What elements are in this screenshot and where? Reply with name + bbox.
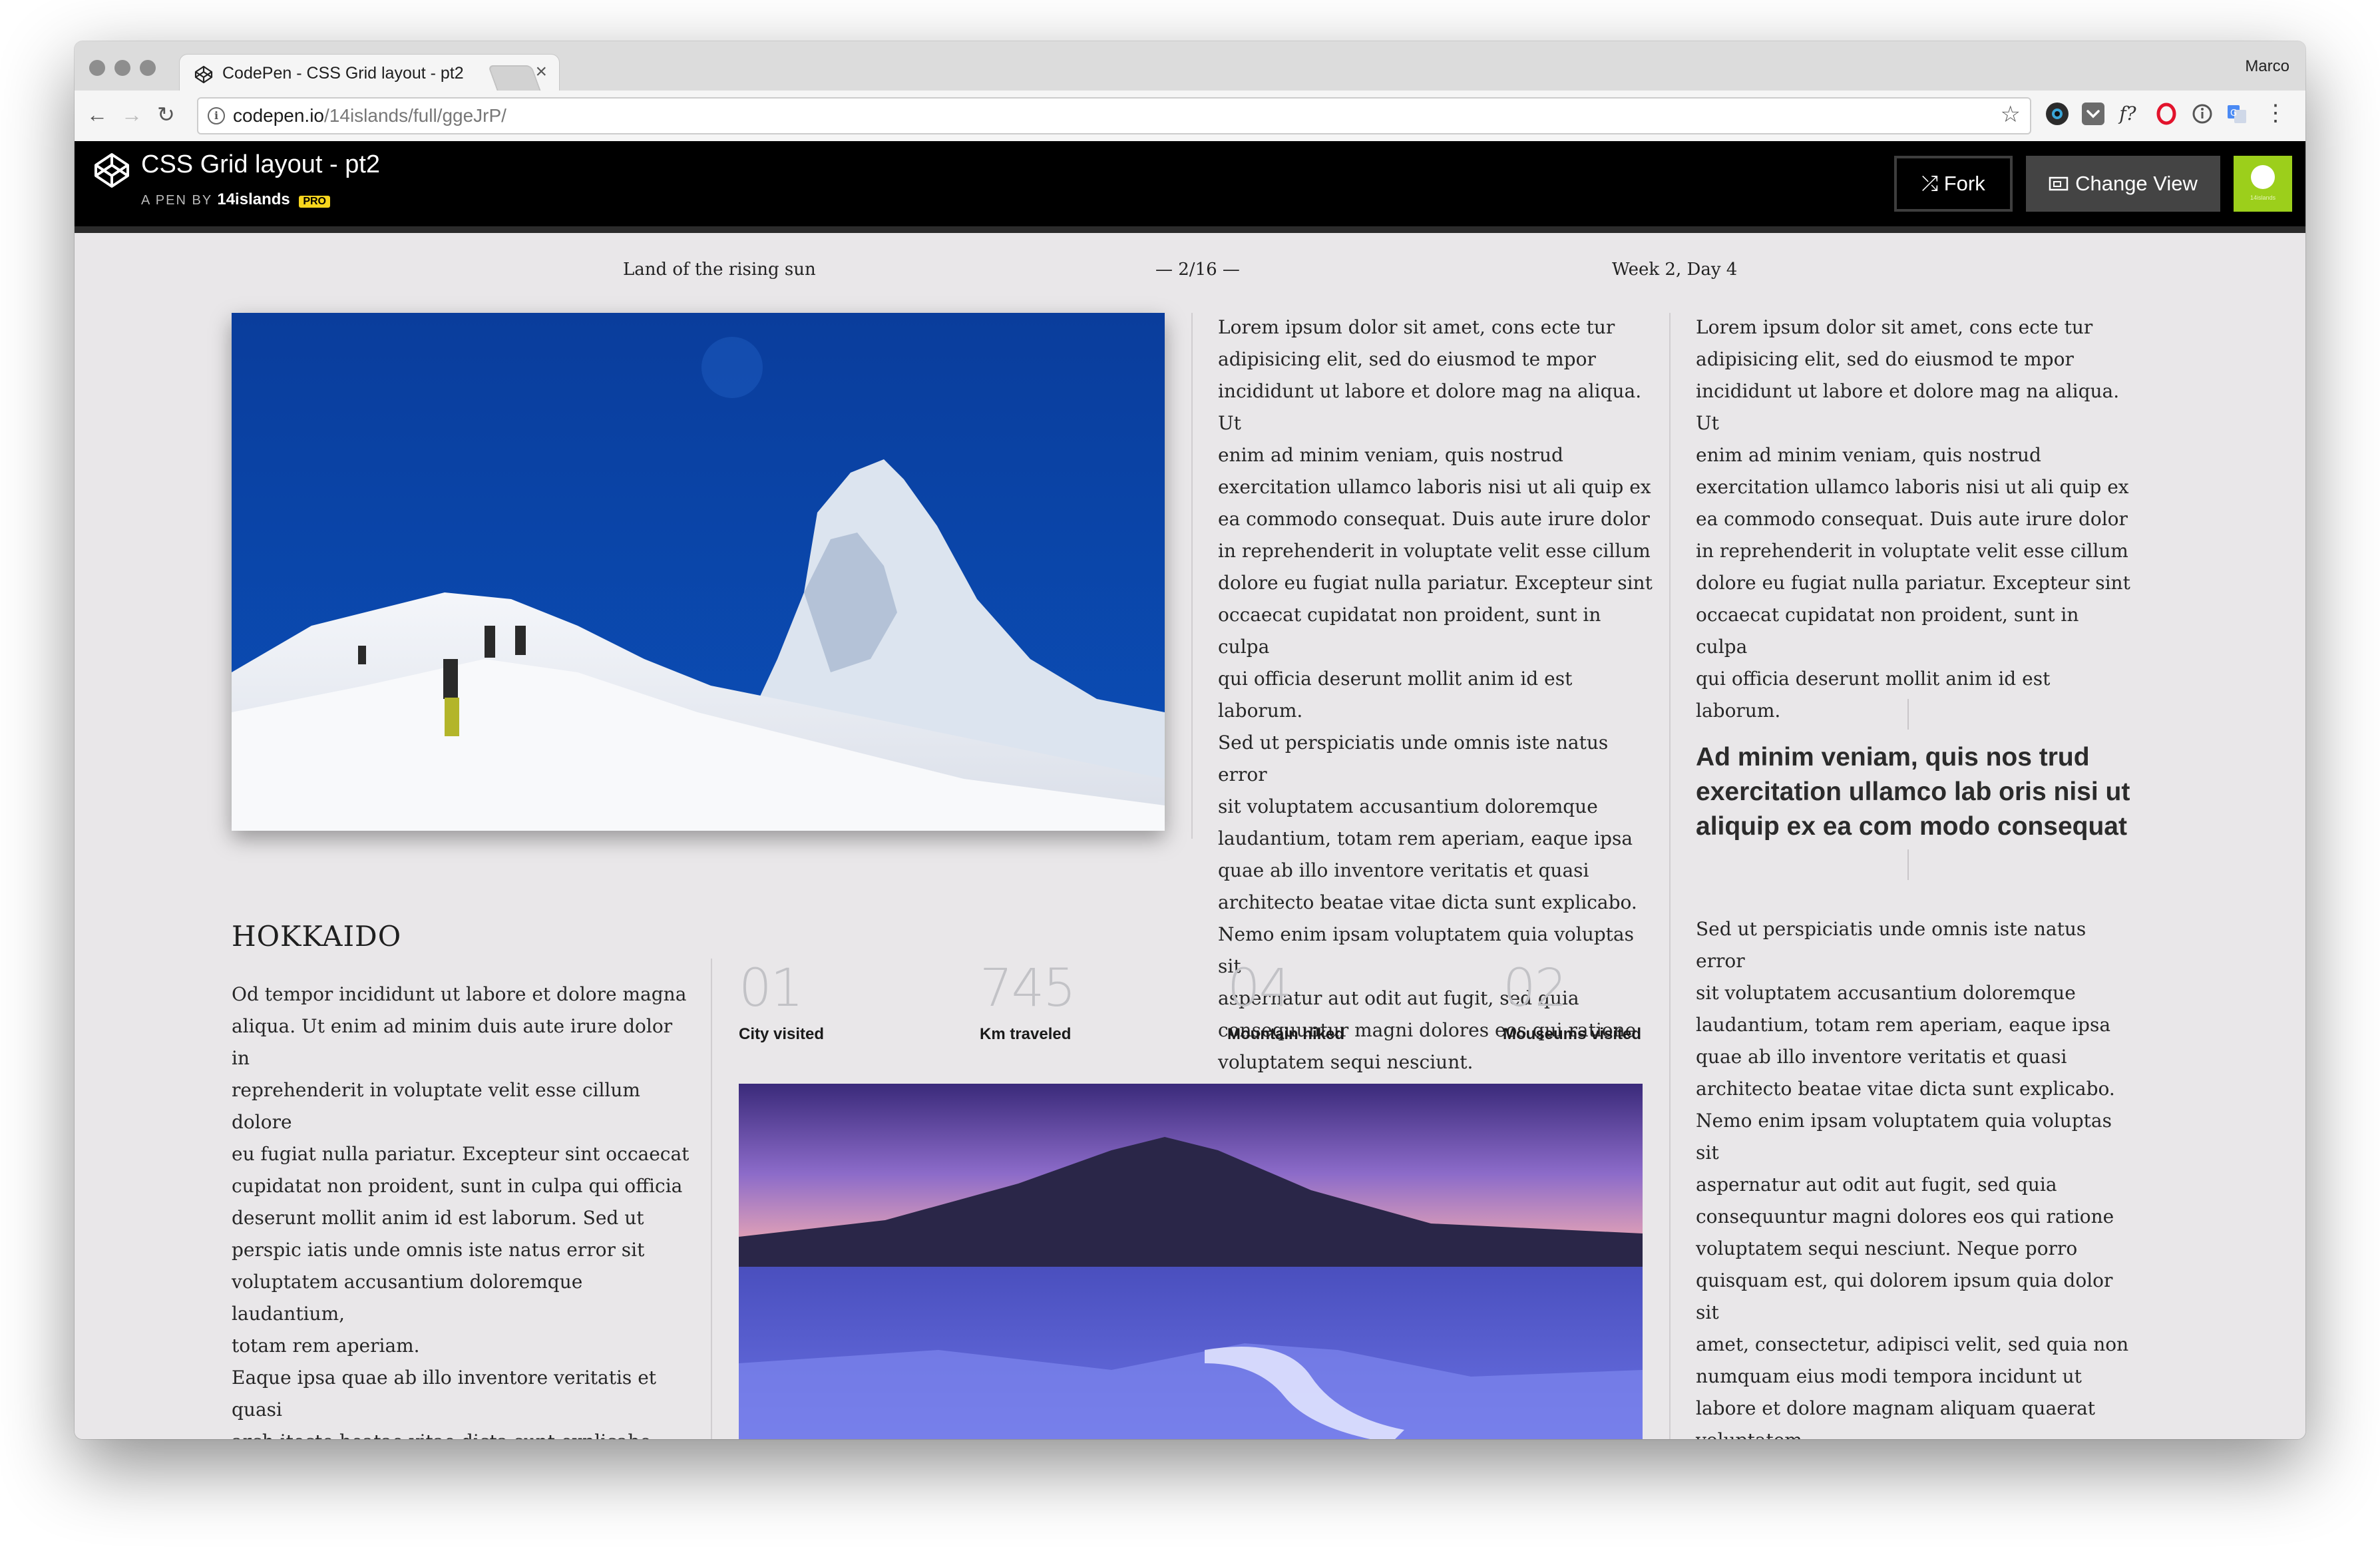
stat-value: 02 [1503,959,1567,1018]
section-text: Od tempor incididunt ut labore et dolore… [232,983,690,1439]
column-divider [711,959,712,1439]
article-text-right: Lorem ipsum dolor sit amet, cons ecte tu… [1696,316,2130,722]
fork-label: Fork [1943,172,1985,195]
translate-icon[interactable]: G [2226,103,2248,125]
column-divider [1669,313,1671,1439]
column-divider [1191,313,1193,839]
stat-label: Mouseums visited [1503,1025,1642,1043]
stat-item: 745 Km traveled [980,959,1076,1044]
codepen-favicon-icon [194,65,213,87]
browser-toolbar: ← → ↻ i codepen.io/14islands/full/ggeJrP… [75,91,2305,142]
stat-label: Km traveled [980,1025,1072,1043]
stat-item: 04 Mountain hiked [1227,959,1344,1044]
avatar-text: 14islands [2250,194,2276,201]
close-window-button[interactable] [89,60,105,76]
page-counter: — 2/16 — [1155,260,1240,280]
article-text-right-bottom: Sed ut perspiciatis unde omnis iste natu… [1696,918,2129,1439]
pro-badge: PRO [299,196,330,208]
new-tab-button[interactable] [487,65,542,92]
author-link[interactable]: 14islands [217,190,290,208]
avatar-face-icon [2251,165,2275,189]
header-left: Land of the rising sun [623,260,816,280]
change-view-icon [2049,157,2069,213]
stat-value: 04 [1227,959,1292,1018]
url-path: /14islands/full/ggeJrP/ [324,105,506,126]
stat-item: 02 Mouseums visited [1503,959,1641,1044]
font-icon[interactable]: f? [2116,103,2139,125]
quote-tick-bottom [1907,849,1909,880]
header-right: Week 2, Day 4 [1612,260,1738,280]
reload-icon[interactable]: ↻ [157,101,175,128]
snow-mountain-photo [232,313,1165,831]
codepen-header: CSS Grid layout - pt2 A PEN BY 14islands… [75,141,2305,233]
browser-menu-icon[interactable]: ⋮ [2264,100,2287,126]
profile-name[interactable]: Marco [2245,57,2289,76]
author-prefix: A PEN BY [141,193,212,208]
section-title: HOKKAIDO [232,920,402,953]
change-view-label: Change View [2075,172,2198,195]
change-view-button[interactable]: Change View [2026,156,2220,212]
pocket-icon[interactable] [2082,103,2104,125]
bookmark-star-icon[interactable]: ☆ [2001,101,2021,128]
back-icon[interactable]: ← [87,101,108,128]
pull-quote: Ad minim veniam, quis nos trud exercitat… [1696,743,2130,841]
pen-output: Land of the rising sun — 2/16 — Week 2, … [75,233,2305,1439]
url-text[interactable]: codepen.io/14islands/full/ggeJrP/ [233,105,506,126]
codepen-logo-icon[interactable] [93,152,130,192]
tab-bar: CodePen - CSS Grid layout - pt2 × Marco [75,41,2305,92]
forward-icon[interactable]: → [121,101,142,128]
site-info-icon[interactable]: i [208,107,225,124]
stat-value: 745 [980,959,1076,1018]
minimize-window-button[interactable] [114,60,130,76]
camera-icon[interactable] [2046,103,2069,125]
stat-item: 01 City visited [739,959,824,1044]
address-bar[interactable]: i codepen.io/14islands/full/ggeJrP/ ☆ [197,97,2031,134]
maximize-window-button[interactable] [140,60,156,76]
pen-author: A PEN BY 14islands PRO [141,190,330,209]
browser-window: CodePen - CSS Grid layout - pt2 × Marco … [75,41,2305,1439]
pen-title: CSS Grid layout - pt2 [141,150,381,178]
lake-mountain-photo [739,1084,1643,1439]
fork-icon: ⤮ [1921,172,1939,195]
tab-title: CodePen - CSS Grid layout - pt2 [222,64,464,83]
stat-label: City visited [739,1025,825,1043]
user-avatar[interactable]: 14islands [2234,156,2292,212]
stat-value: 01 [739,959,803,1018]
info-icon[interactable] [2191,103,2214,125]
svg-text:G: G [2230,109,2237,118]
stat-label: Mountain hiked [1227,1025,1344,1043]
opera-icon[interactable] [2155,103,2178,125]
url-host: codepen.io [233,105,325,126]
fork-button[interactable]: ⤮ Fork [1894,156,2013,212]
tab-close-icon[interactable]: × [535,61,547,83]
quote-tick-top [1907,699,1909,730]
